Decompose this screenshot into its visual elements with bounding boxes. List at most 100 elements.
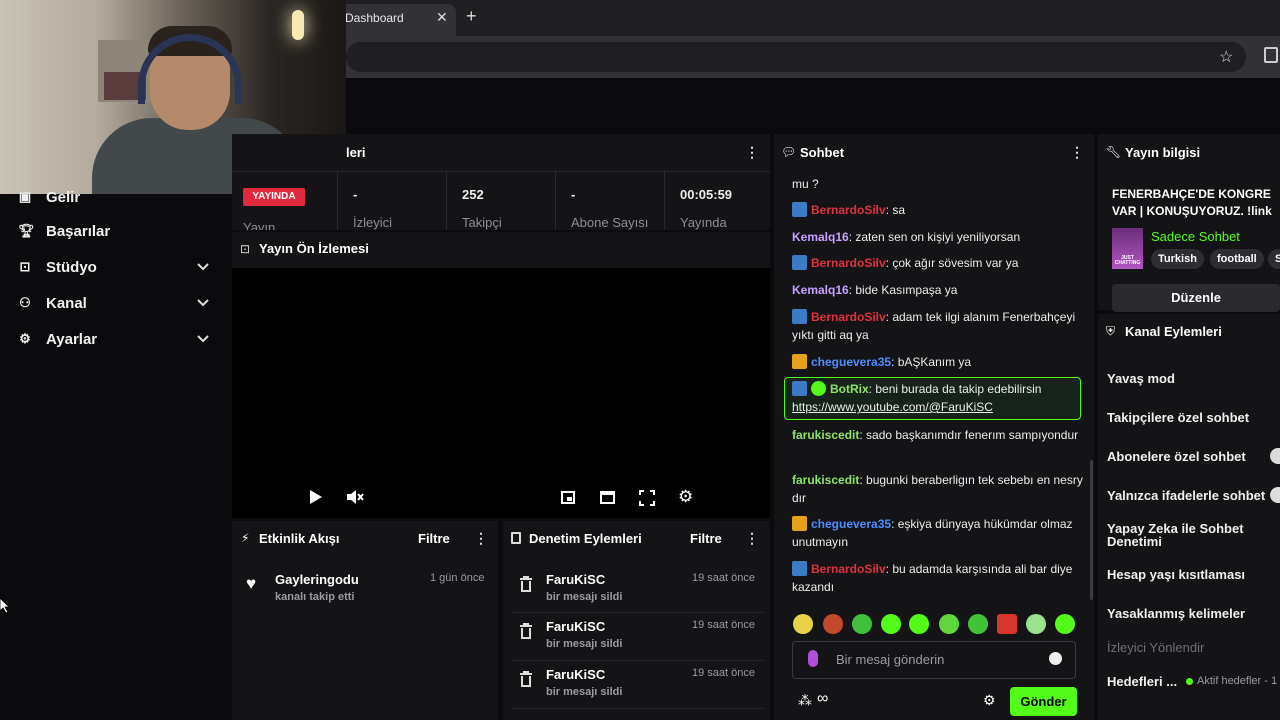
emotes-only-toggle[interactable] xyxy=(1270,487,1280,503)
chat-username[interactable]: Kemalq16 xyxy=(792,230,849,244)
close-tab-icon[interactable]: ✕ xyxy=(436,9,448,26)
play-icon[interactable] xyxy=(309,489,323,508)
activity-filter-button[interactable]: Filtre xyxy=(418,531,450,546)
stream-preview-video[interactable] xyxy=(232,268,770,518)
moderation-time: 19 saat önce xyxy=(692,667,755,679)
emote-icon[interactable] xyxy=(1026,614,1046,634)
moderator-badge-icon xyxy=(792,202,807,217)
sidebar-item-channel[interactable]: ⚇ Kanal xyxy=(18,292,87,314)
chat-scrollbar[interactable] xyxy=(1090,460,1093,600)
emote-icon[interactable] xyxy=(939,614,959,634)
uptime-value: 00:05:59 xyxy=(680,187,733,202)
chat-title: Sohbet xyxy=(800,145,845,160)
moderation-filter-button[interactable]: Filtre xyxy=(690,531,722,546)
chat-message: cheguevera35: eşkiya dünyaya hükümdar ol… xyxy=(792,516,1073,549)
chat-input-placeholder[interactable]: Bir mesaj gönderin xyxy=(836,652,944,667)
tag-chip[interactable]: football xyxy=(1210,249,1264,269)
emote-icon[interactable] xyxy=(823,614,843,634)
moderation-action: bir mesajı sildi xyxy=(546,591,623,603)
emote-icon[interactable] xyxy=(1055,614,1075,634)
sidebar-item-achievements[interactable]: 🏆︎ Başarılar xyxy=(18,220,110,242)
viewers-label: İzleyici xyxy=(353,215,393,230)
divider xyxy=(664,172,665,230)
picture-in-picture-icon[interactable] xyxy=(561,491,575,504)
extensions-icon[interactable] xyxy=(1264,47,1278,63)
preview-icon: ⊡ xyxy=(240,242,251,256)
wrench-icon: 🔧︎ xyxy=(1106,145,1122,159)
chat-username[interactable]: BernardoSilv xyxy=(811,256,886,270)
chat-username[interactable]: BernardoSilv xyxy=(811,562,886,576)
category-name[interactable]: Sadece Sohbet xyxy=(1151,229,1240,244)
chat-username[interactable]: Kemalq16 xyxy=(792,283,849,297)
banned-words-option[interactable]: Yasaklanmış kelimeler xyxy=(1107,606,1245,621)
activity-user[interactable]: Gayleringodu xyxy=(275,572,359,587)
emote-icon[interactable] xyxy=(909,614,929,634)
followers-value: 252 xyxy=(462,187,484,202)
edit-stream-button[interactable]: Düzenle xyxy=(1112,284,1280,312)
chat-username[interactable]: farukiscedit xyxy=(792,473,859,487)
mute-icon[interactable] xyxy=(346,489,364,508)
sidebar-item-studio[interactable]: ⊡ Stüdyo xyxy=(18,256,97,278)
microphone-icon[interactable] xyxy=(808,650,818,667)
settings-gear-icon[interactable]: ⚙ xyxy=(678,487,693,507)
chat-username[interactable]: cheguevera35 xyxy=(811,517,891,531)
mouse-cursor-icon xyxy=(0,597,10,617)
sidebar-item-income[interactable]: ▣ Gelir xyxy=(18,186,80,208)
address-field[interactable] xyxy=(346,42,1246,72)
emote-icon[interactable] xyxy=(852,614,872,634)
tag-chip[interactable]: Turkish xyxy=(1151,249,1204,269)
followers-only-option[interactable]: Takipçilere özel sohbet xyxy=(1107,410,1249,425)
chat-username[interactable]: BernardoSilv xyxy=(811,203,886,217)
moderator-badge-icon xyxy=(792,255,807,270)
chat-username[interactable]: BotRix xyxy=(830,382,869,396)
more-options-icon[interactable]: ⋮ xyxy=(745,144,759,161)
theater-mode-icon[interactable] xyxy=(600,491,615,504)
infinity-icon[interactable]: ∞ xyxy=(817,690,828,708)
chat-users-icon[interactable]: ⁂ xyxy=(798,692,812,709)
account-age-option[interactable]: Hesap yaşı kısıtlaması xyxy=(1107,567,1245,582)
viewer-redirect-option[interactable]: İzleyici Yönlendir xyxy=(1107,640,1204,655)
moderation-action: bir mesajı sildi xyxy=(546,638,623,650)
emote-icon[interactable] xyxy=(968,614,988,634)
moderation-user[interactable]: FaruKiSC xyxy=(546,619,605,634)
slow-mode-option[interactable]: Yavaş mod xyxy=(1107,371,1175,386)
emote-icon[interactable] xyxy=(793,614,813,634)
chat-username[interactable]: BernardoSilv xyxy=(811,310,886,324)
sidebar-item-label: Ayarlar xyxy=(46,330,98,348)
chat-message: farukiscedit: bugunki beraberligın tek s… xyxy=(792,473,1083,505)
category-thumbnail[interactable]: JUST CHATTING xyxy=(1112,228,1143,269)
more-options-icon[interactable]: ⋮ xyxy=(745,530,759,547)
bookmark-star-icon[interactable]: ☆ xyxy=(1219,47,1233,67)
chat-text: mu ? xyxy=(792,177,819,191)
emotes-only-option[interactable]: Yalnızca ifadelerle sohbet xyxy=(1107,488,1265,503)
chat-settings-icon[interactable]: ⚙ xyxy=(983,692,996,709)
divider xyxy=(446,172,447,230)
moderation-user[interactable]: FaruKiSC xyxy=(546,667,605,682)
chevron-down-icon[interactable] xyxy=(196,332,210,346)
emoji-icon[interactable] xyxy=(1049,652,1062,665)
send-button[interactable]: Gönder xyxy=(1010,687,1077,716)
moderation-user[interactable]: FaruKiSC xyxy=(546,572,605,587)
goals-option[interactable]: Hedefleri ... xyxy=(1107,674,1177,689)
chat-username[interactable]: farukiscedit xyxy=(792,428,859,442)
ai-moderation-option[interactable]: Yapay Zeka ile Sohbet Denetimi xyxy=(1107,522,1257,548)
chevron-down-icon[interactable] xyxy=(196,296,210,310)
chat-username[interactable]: cheguevera35 xyxy=(811,355,891,369)
sidebar-item-settings[interactable]: ⚙ Ayarlar xyxy=(18,328,97,350)
more-options-icon[interactable]: ⋮ xyxy=(474,530,488,547)
moderation-time: 19 saat önce xyxy=(692,619,755,631)
emote-icon[interactable] xyxy=(997,614,1017,634)
stream-label: Yayın xyxy=(243,220,276,230)
new-tab-icon[interactable]: + xyxy=(466,6,477,27)
crown-badge-icon xyxy=(792,516,807,531)
chevron-down-icon[interactable] xyxy=(196,260,210,274)
sidebar-item-label: Kanal xyxy=(46,294,87,312)
fullscreen-icon[interactable] xyxy=(639,490,655,509)
subscribers-only-toggle[interactable] xyxy=(1270,448,1280,464)
more-options-icon[interactable]: ⋮ xyxy=(1070,144,1084,161)
chat-link[interactable]: https://www.youtube.com/@FaruKiSC xyxy=(792,398,1084,416)
emote-icon[interactable] xyxy=(881,614,901,634)
divider xyxy=(232,171,770,172)
subscribers-only-option[interactable]: Abonelere özel sohbet xyxy=(1107,449,1246,464)
chat-text: beni burada da takip edebilirsin xyxy=(875,382,1042,396)
